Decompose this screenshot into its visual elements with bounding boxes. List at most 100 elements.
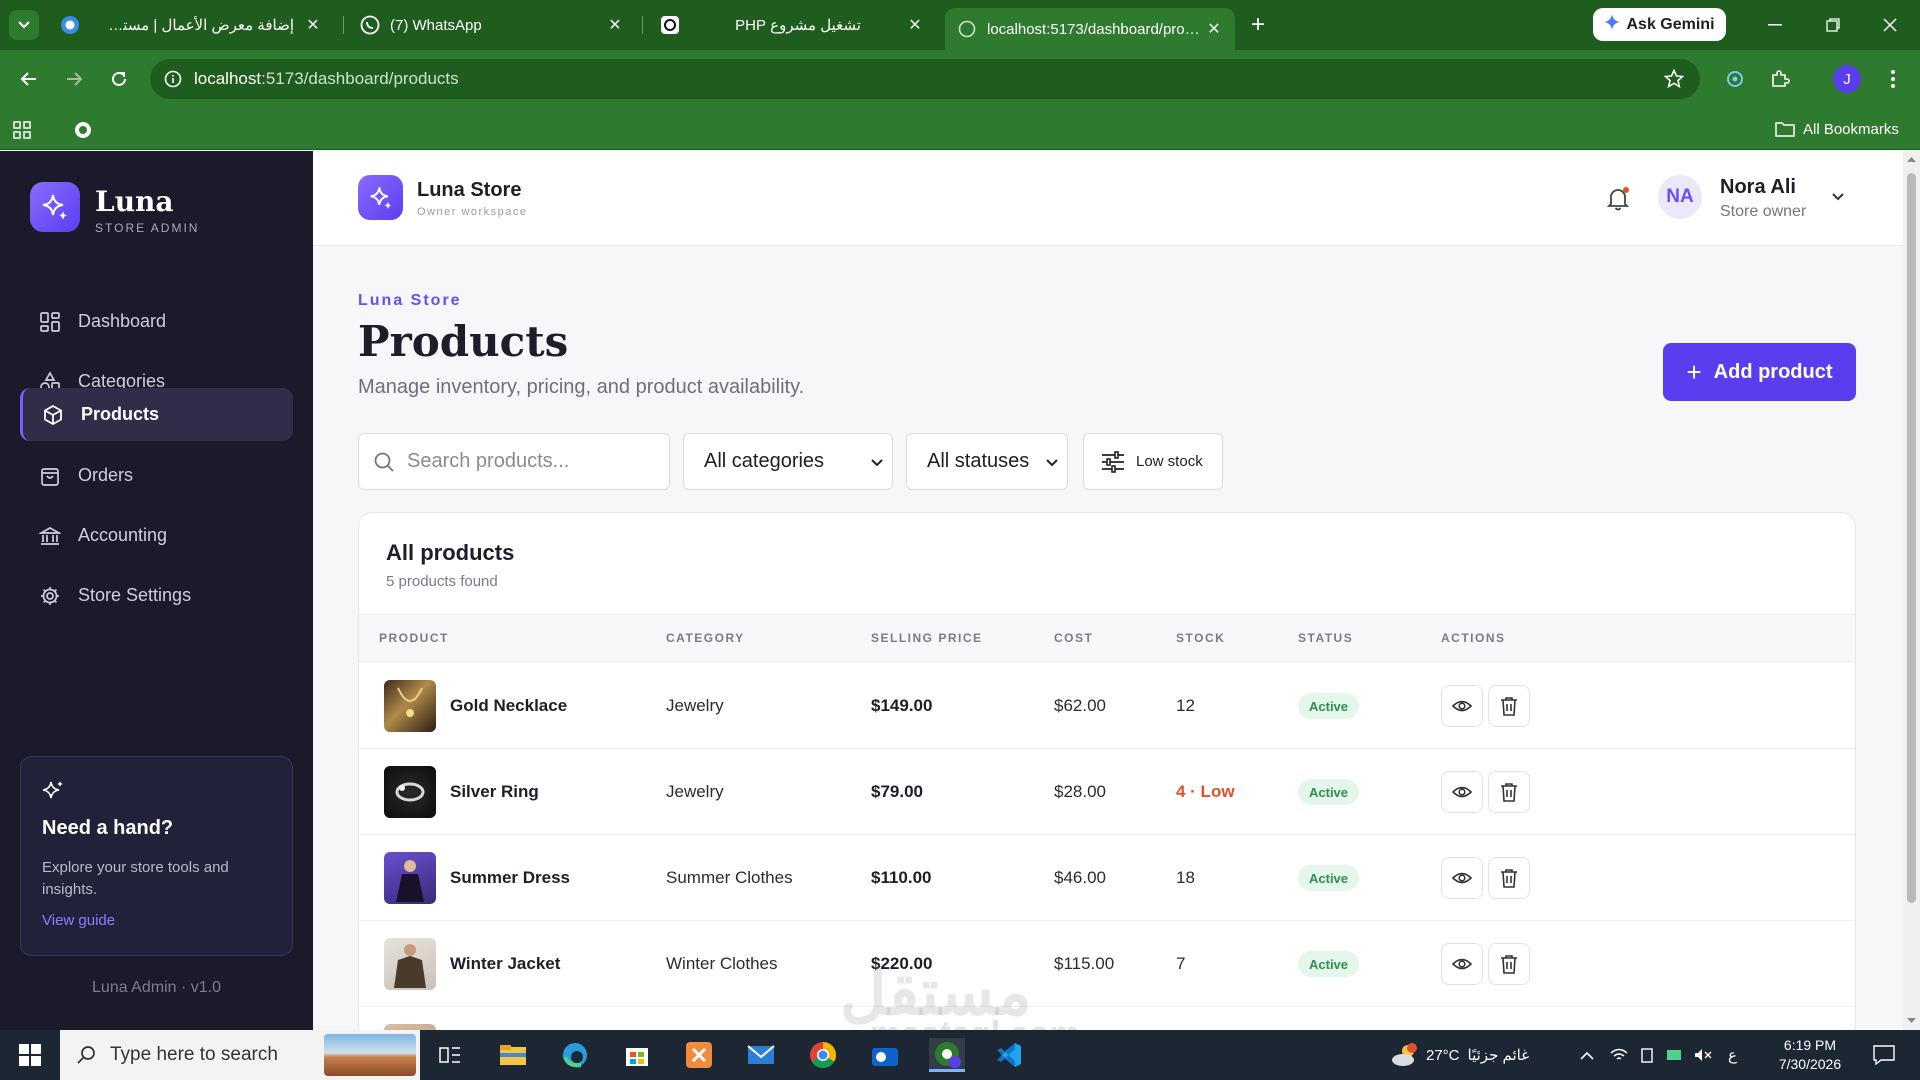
edge-icon[interactable] xyxy=(557,1038,593,1072)
ask-gemini-button[interactable]: Ask Gemini xyxy=(1593,8,1726,41)
tab-php[interactable]: تشغيل مشروع PHP ✕ xyxy=(652,8,932,42)
store-logo-icon xyxy=(358,175,403,220)
puzzle-icon[interactable] xyxy=(1765,64,1795,94)
view-button[interactable] xyxy=(1441,771,1483,813)
all-bookmarks[interactable]: All Bookmarks xyxy=(1775,116,1899,142)
weather-widget[interactable]: 27°C غائم جزئيًا xyxy=(1390,1030,1529,1080)
table-row[interactable]: Silver Ring Jewelry $79.00 $28.00 4 · Lo… xyxy=(359,749,1855,835)
column-header[interactable]: STATUS xyxy=(1298,631,1353,645)
tab-search-button[interactable] xyxy=(9,10,39,40)
view-button[interactable] xyxy=(1441,943,1483,985)
delete-button[interactable] xyxy=(1488,771,1530,813)
add-product-button[interactable]: + Add product xyxy=(1663,343,1856,401)
back-button[interactable] xyxy=(14,64,44,94)
top-bar: Luna Store Owner workspace NA Nora Ali S… xyxy=(313,151,1903,246)
sidebar-item-dashboard[interactable]: Dashboard xyxy=(20,295,293,348)
sidebar-item-accounting[interactable]: Accounting xyxy=(20,509,293,562)
chrome-profile-icon[interactable] xyxy=(929,1038,965,1072)
close-icon[interactable]: ✕ xyxy=(1205,19,1223,39)
forward-button[interactable] xyxy=(59,64,89,94)
speaker-muted-icon[interactable] xyxy=(1694,1048,1712,1062)
eye-icon xyxy=(1452,958,1472,970)
chrome-icon[interactable] xyxy=(805,1038,841,1072)
delete-button[interactable] xyxy=(1488,943,1530,985)
windows-start-icon[interactable] xyxy=(12,1038,48,1072)
product-thumbnail xyxy=(384,852,436,904)
notifications-icon[interactable] xyxy=(1866,1038,1902,1072)
outlook-icon[interactable] xyxy=(867,1038,903,1072)
close-window-button[interactable] xyxy=(1875,10,1905,40)
device-icon[interactable] xyxy=(1666,1048,1682,1062)
eye-icon xyxy=(1452,786,1472,798)
file-explorer-icon[interactable] xyxy=(495,1038,531,1072)
delete-button[interactable] xyxy=(1488,857,1530,899)
chevron-up-icon[interactable] xyxy=(1580,1050,1594,1060)
store-icon[interactable] xyxy=(619,1038,655,1072)
help-card: Need a hand? Explore your store tools an… xyxy=(20,756,293,956)
restore-button[interactable] xyxy=(1818,10,1848,40)
main-content: Luna Store Owner workspace NA Nora Ali S… xyxy=(313,151,1903,1030)
extension-icon[interactable] xyxy=(1720,64,1750,94)
sidebar-item-orders[interactable]: Orders xyxy=(20,449,293,502)
mail-icon[interactable] xyxy=(743,1038,779,1072)
address-bar[interactable]: localhost:5173/dashboard/products xyxy=(150,59,1700,99)
task-view-icon[interactable] xyxy=(432,1038,468,1072)
scroll-down-icon[interactable] xyxy=(1906,1017,1917,1025)
view-button[interactable] xyxy=(1441,857,1483,899)
bell-icon[interactable] xyxy=(1603,183,1633,213)
sidebar-item-products[interactable]: Products xyxy=(20,388,293,441)
close-icon[interactable]: ✕ xyxy=(606,15,624,35)
status-select[interactable]: All statuses xyxy=(906,433,1068,490)
category-select[interactable]: All categories xyxy=(683,433,893,490)
minimize-button[interactable] xyxy=(1760,10,1790,40)
table-row[interactable] xyxy=(359,1007,1855,1030)
tab-localhost[interactable]: localhost:5173/dashboard/products ✕ xyxy=(945,8,1235,50)
apps-grid-icon[interactable] xyxy=(10,118,34,142)
chrome-app-icon[interactable] xyxy=(58,13,82,37)
search-icon xyxy=(76,1045,96,1065)
column-header[interactable]: COST xyxy=(1054,631,1093,645)
chevron-down-icon xyxy=(1037,455,1067,469)
delete-button[interactable] xyxy=(1488,685,1530,727)
chevron-down-icon[interactable] xyxy=(1830,189,1846,210)
view-guide-link[interactable]: View guide xyxy=(42,912,115,929)
tab-mostaql[interactable]: إضافة معرض الأعمال | مستقل ✕ xyxy=(100,8,330,42)
table-row[interactable]: Winter Jacket Winter Clothes $220.00 $11… xyxy=(359,921,1855,1007)
close-icon[interactable]: ✕ xyxy=(304,15,322,35)
product-name: Silver Ring xyxy=(450,782,539,801)
close-icon[interactable]: ✕ xyxy=(906,15,924,35)
plus-icon: + xyxy=(1686,356,1702,387)
taskbar-search-input[interactable]: Type here to search xyxy=(60,1030,420,1080)
column-header[interactable]: PRODUCT xyxy=(379,631,449,645)
product-cost: $46.00 xyxy=(1054,868,1106,887)
menu-kebab-icon[interactable] xyxy=(1878,64,1908,94)
globe-bookmark-icon[interactable] xyxy=(71,118,95,142)
new-tab-button[interactable]: + xyxy=(1243,10,1273,40)
low-stock-filter-button[interactable]: Low stock xyxy=(1083,433,1223,490)
xampp-icon[interactable] xyxy=(681,1038,717,1072)
sidebar-item-store-settings[interactable]: Store Settings xyxy=(20,569,293,622)
site-info-icon[interactable] xyxy=(164,70,182,88)
column-header[interactable]: CATEGORY xyxy=(666,631,745,645)
scroll-up-icon[interactable] xyxy=(1906,155,1917,163)
view-button[interactable] xyxy=(1441,685,1483,727)
scroll-thumb[interactable] xyxy=(1907,173,1916,903)
page-scrollbar[interactable] xyxy=(1903,151,1920,1030)
tab-title: (7) WhatsApp xyxy=(390,16,482,34)
clock[interactable]: 6:19 PM 7/30/2026 xyxy=(1765,1030,1855,1080)
tab-whatsapp[interactable]: (7) WhatsApp ✕ xyxy=(352,8,632,42)
search-input[interactable]: Search products... xyxy=(358,433,670,490)
column-header[interactable]: STOCK xyxy=(1176,631,1225,645)
column-header[interactable]: SELLING PRICE xyxy=(871,631,983,645)
table-row[interactable]: Summer Dress Summer Clothes $110.00 $46.… xyxy=(359,835,1855,921)
wifi-icon[interactable] xyxy=(1610,1048,1628,1062)
store-name: Luna Store xyxy=(417,179,522,201)
avatar[interactable]: NA xyxy=(1658,175,1702,219)
bookmark-star-icon[interactable] xyxy=(1664,69,1684,89)
reload-button[interactable] xyxy=(104,64,134,94)
battery-icon[interactable] xyxy=(1640,1047,1654,1063)
vscode-icon[interactable] xyxy=(991,1038,1027,1072)
table-row[interactable]: Gold Necklace Jewelry $149.00 $62.00 12 … xyxy=(359,663,1855,749)
profile-avatar[interactable]: J xyxy=(1833,65,1861,93)
input-language[interactable]: ع xyxy=(1728,1046,1737,1064)
